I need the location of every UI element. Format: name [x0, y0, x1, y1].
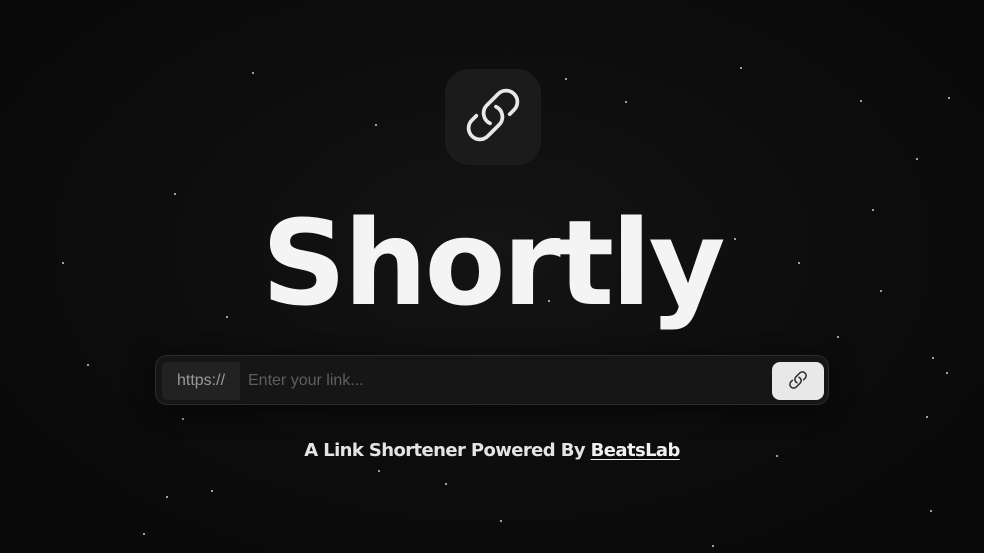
tagline-text: A Link Shortener Powered By	[304, 440, 591, 461]
star	[375, 124, 377, 126]
page: Shortly https:// A Link Shortener Powere…	[0, 0, 984, 553]
star	[712, 545, 714, 547]
star	[565, 78, 567, 80]
star	[837, 336, 839, 338]
shorten-form: https://	[155, 355, 829, 405]
star	[143, 533, 145, 535]
tagline: A Link Shortener Powered By BeatsLab	[0, 440, 984, 462]
star	[87, 364, 89, 366]
star	[932, 357, 934, 359]
star	[211, 490, 213, 492]
link-icon	[788, 370, 808, 393]
star	[166, 496, 168, 498]
star	[930, 510, 932, 512]
star	[948, 97, 950, 99]
star	[445, 483, 447, 485]
star	[916, 158, 918, 160]
star	[182, 418, 184, 420]
star	[500, 520, 502, 522]
shorten-button[interactable]	[772, 362, 824, 400]
star	[252, 72, 254, 74]
brand-link[interactable]: BeatsLab	[591, 440, 681, 461]
star	[926, 416, 928, 418]
star	[946, 372, 948, 374]
star	[378, 470, 380, 472]
link-icon	[463, 85, 523, 150]
page-title: Shortly	[261, 194, 725, 332]
star	[625, 101, 627, 103]
star	[860, 100, 862, 102]
app-logo	[445, 69, 541, 165]
url-input[interactable]	[240, 362, 760, 400]
url-prefix-label: https://	[162, 362, 240, 400]
star	[740, 67, 742, 69]
